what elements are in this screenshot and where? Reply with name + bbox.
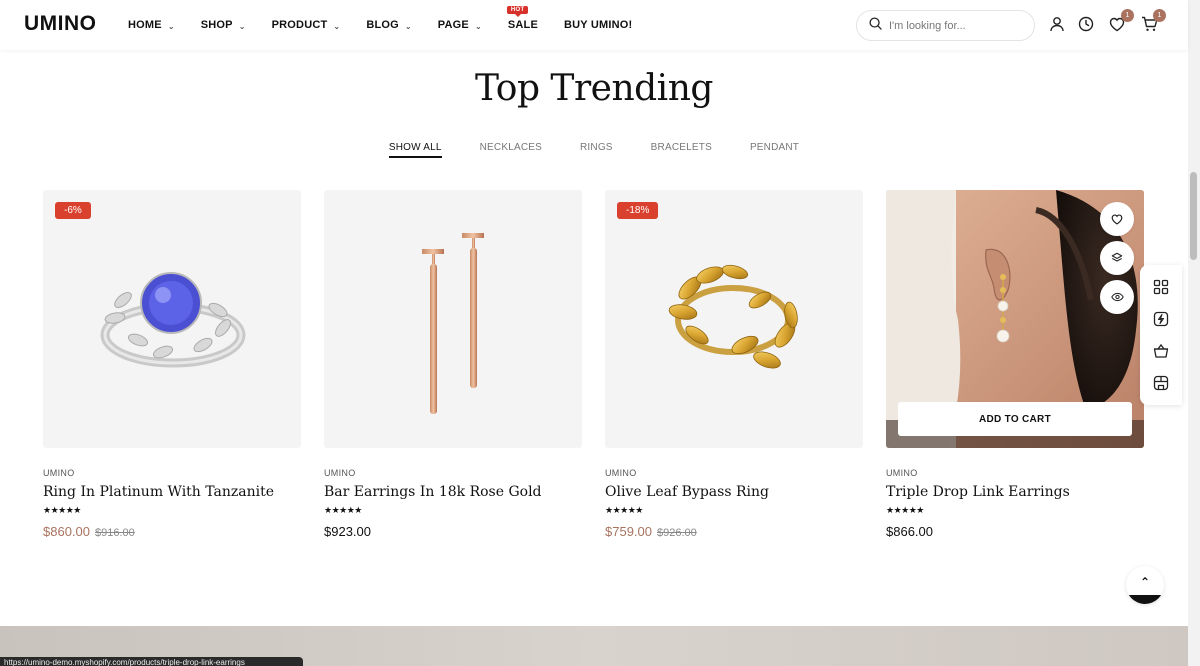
tab-necklaces[interactable]: NECKLACES xyxy=(480,142,542,158)
price-row: $759.00 $926.00 xyxy=(605,524,863,539)
nav-blog-label: BLOG xyxy=(366,19,399,31)
eye-icon xyxy=(1110,292,1124,302)
heart-icon xyxy=(1111,214,1123,225)
product-name[interactable]: Bar Earrings In 18k Rose Gold xyxy=(324,484,582,500)
price-row: $866.00 xyxy=(886,524,1144,539)
tab-rings[interactable]: RINGS xyxy=(580,142,613,158)
search-input[interactable] xyxy=(889,19,1029,32)
product-price: $860.00 xyxy=(43,524,90,539)
quick-view-button[interactable] xyxy=(1100,280,1134,314)
product-brand[interactable]: UMINO xyxy=(886,468,1144,478)
discount-badge: -6% xyxy=(55,202,91,219)
product-name[interactable]: Ring In Platinum With Tanzanite xyxy=(43,484,301,500)
nav-product-label: PRODUCT xyxy=(271,19,328,31)
product-image[interactable]: -18% xyxy=(605,190,863,448)
category-tabs: SHOW ALL NECKLACES RINGS BRACELETS PENDA… xyxy=(0,142,1188,158)
nav-shop[interactable]: SHOP ⌄ xyxy=(201,19,246,31)
star-rating: ★★★★★ xyxy=(886,505,924,515)
chevron-down-icon: ⌄ xyxy=(167,21,175,31)
cart-button[interactable]: 1 xyxy=(1140,9,1166,33)
chevron-down-icon: ⌄ xyxy=(404,21,412,31)
nav-home[interactable]: HOME ⌄ xyxy=(128,19,175,31)
nav-product[interactable]: PRODUCT ⌄ xyxy=(272,19,341,31)
wishlist-count: 1 xyxy=(1121,9,1134,22)
product-image[interactable]: -6% xyxy=(43,190,301,448)
price-row: $860.00 $916.00 xyxy=(43,524,301,539)
chevron-down-icon: ⌄ xyxy=(333,21,341,31)
nav-page-label: PAGE xyxy=(437,19,469,31)
compare-icon xyxy=(1111,252,1123,262)
nav-home-label: HOME xyxy=(128,19,162,31)
compare-button[interactable] xyxy=(1100,241,1134,275)
compare-price: $926.00 xyxy=(657,527,697,539)
cart-count: 1 xyxy=(1153,9,1166,22)
discount-badge: -18% xyxy=(617,202,659,219)
tab-bracelets[interactable]: BRACELETS xyxy=(651,142,712,158)
clock-icon[interactable] xyxy=(1077,15,1095,33)
user-icon[interactable] xyxy=(1048,15,1066,33)
product-brand[interactable]: UMINO xyxy=(324,468,582,478)
store-icon[interactable] xyxy=(1151,373,1171,393)
logo[interactable]: UMINO xyxy=(24,12,97,36)
wishlist-button[interactable]: 1 xyxy=(1108,9,1134,33)
product-name[interactable]: Triple Drop Link Earrings xyxy=(886,484,1144,500)
add-to-wishlist-button[interactable] xyxy=(1100,202,1134,236)
floating-toolbar xyxy=(1140,265,1182,405)
product-card[interactable]: UMINO Bar Earrings In 18k Rose Gold ★★★★… xyxy=(324,190,582,539)
tab-pendant[interactable]: PENDANT xyxy=(750,142,799,158)
compare-price: $916.00 xyxy=(95,527,135,539)
add-to-cart-button[interactable]: ADD TO CART xyxy=(898,402,1132,436)
product-card[interactable]: -18% UMINO Olive Leaf Bypass Ring ★★★★★ … xyxy=(605,190,863,539)
grid-icon[interactable] xyxy=(1151,277,1171,297)
product-brand[interactable]: UMINO xyxy=(43,468,301,478)
bar-earrings-image xyxy=(422,233,484,414)
back-to-top-button[interactable]: ⌃ xyxy=(1126,566,1164,604)
site-header: UMINO HOME ⌄ SHOP ⌄ PRODUCT ⌄ BLOG ⌄ PAGE ⌄ H… xyxy=(0,0,1188,50)
product-card[interactable]: -6% UMINO Ring In Platinum With Tanzanit… xyxy=(43,190,301,539)
product-price: $923.00 xyxy=(324,524,371,539)
status-bar-url: https://umino-demo.myshopify.com/product… xyxy=(0,657,303,666)
scrollbar-thumb[interactable] xyxy=(1190,172,1197,260)
price-row: $923.00 xyxy=(324,524,582,539)
nav-buy-umino[interactable]: BUY UMINO! xyxy=(564,19,632,31)
basket-icon[interactable] xyxy=(1151,341,1171,361)
product-image[interactable] xyxy=(324,190,582,448)
product-brand[interactable]: UMINO xyxy=(605,468,863,478)
star-rating: ★★★★★ xyxy=(605,505,643,515)
chevron-up-icon: ⌃ xyxy=(1139,575,1151,589)
search-icon[interactable] xyxy=(869,16,882,35)
chevron-down-icon: ⌄ xyxy=(474,21,482,31)
nav-buy-label: BUY UMINO! xyxy=(564,19,633,31)
nav-shop-label: SHOP xyxy=(200,19,233,31)
product-price: $866.00 xyxy=(886,524,933,539)
page-scrollbar[interactable] xyxy=(1188,0,1200,666)
main-nav: HOME ⌄ SHOP ⌄ PRODUCT ⌄ BLOG ⌄ PAGE ⌄ HOT SALE… xyxy=(128,0,658,50)
lightning-icon[interactable] xyxy=(1151,309,1171,329)
tab-show-all[interactable]: SHOW ALL xyxy=(388,142,442,158)
hot-badge: HOT xyxy=(506,6,529,17)
nav-page[interactable]: PAGE ⌄ xyxy=(438,19,482,31)
product-card[interactable]: ADD TO CART UMINO Triple Drop Link Earri… xyxy=(886,190,1144,539)
search-bar[interactable] xyxy=(856,10,1035,41)
nav-blog[interactable]: BLOG ⌄ xyxy=(366,19,411,31)
product-price: $759.00 xyxy=(605,524,652,539)
olive-leaf-ring-image xyxy=(668,264,798,369)
chevron-down-icon: ⌄ xyxy=(238,21,246,31)
section-title: Top Trending xyxy=(475,68,713,109)
star-rating: ★★★★★ xyxy=(324,505,362,515)
star-rating: ★★★★★ xyxy=(43,505,81,515)
product-image[interactable]: ADD TO CART xyxy=(886,190,1144,448)
product-name[interactable]: Olive Leaf Bypass Ring xyxy=(605,484,863,500)
ring-tanzanite-image xyxy=(100,272,246,368)
nav-sale-label: SALE xyxy=(507,19,539,31)
nav-sale[interactable]: HOT SALE xyxy=(506,6,539,31)
